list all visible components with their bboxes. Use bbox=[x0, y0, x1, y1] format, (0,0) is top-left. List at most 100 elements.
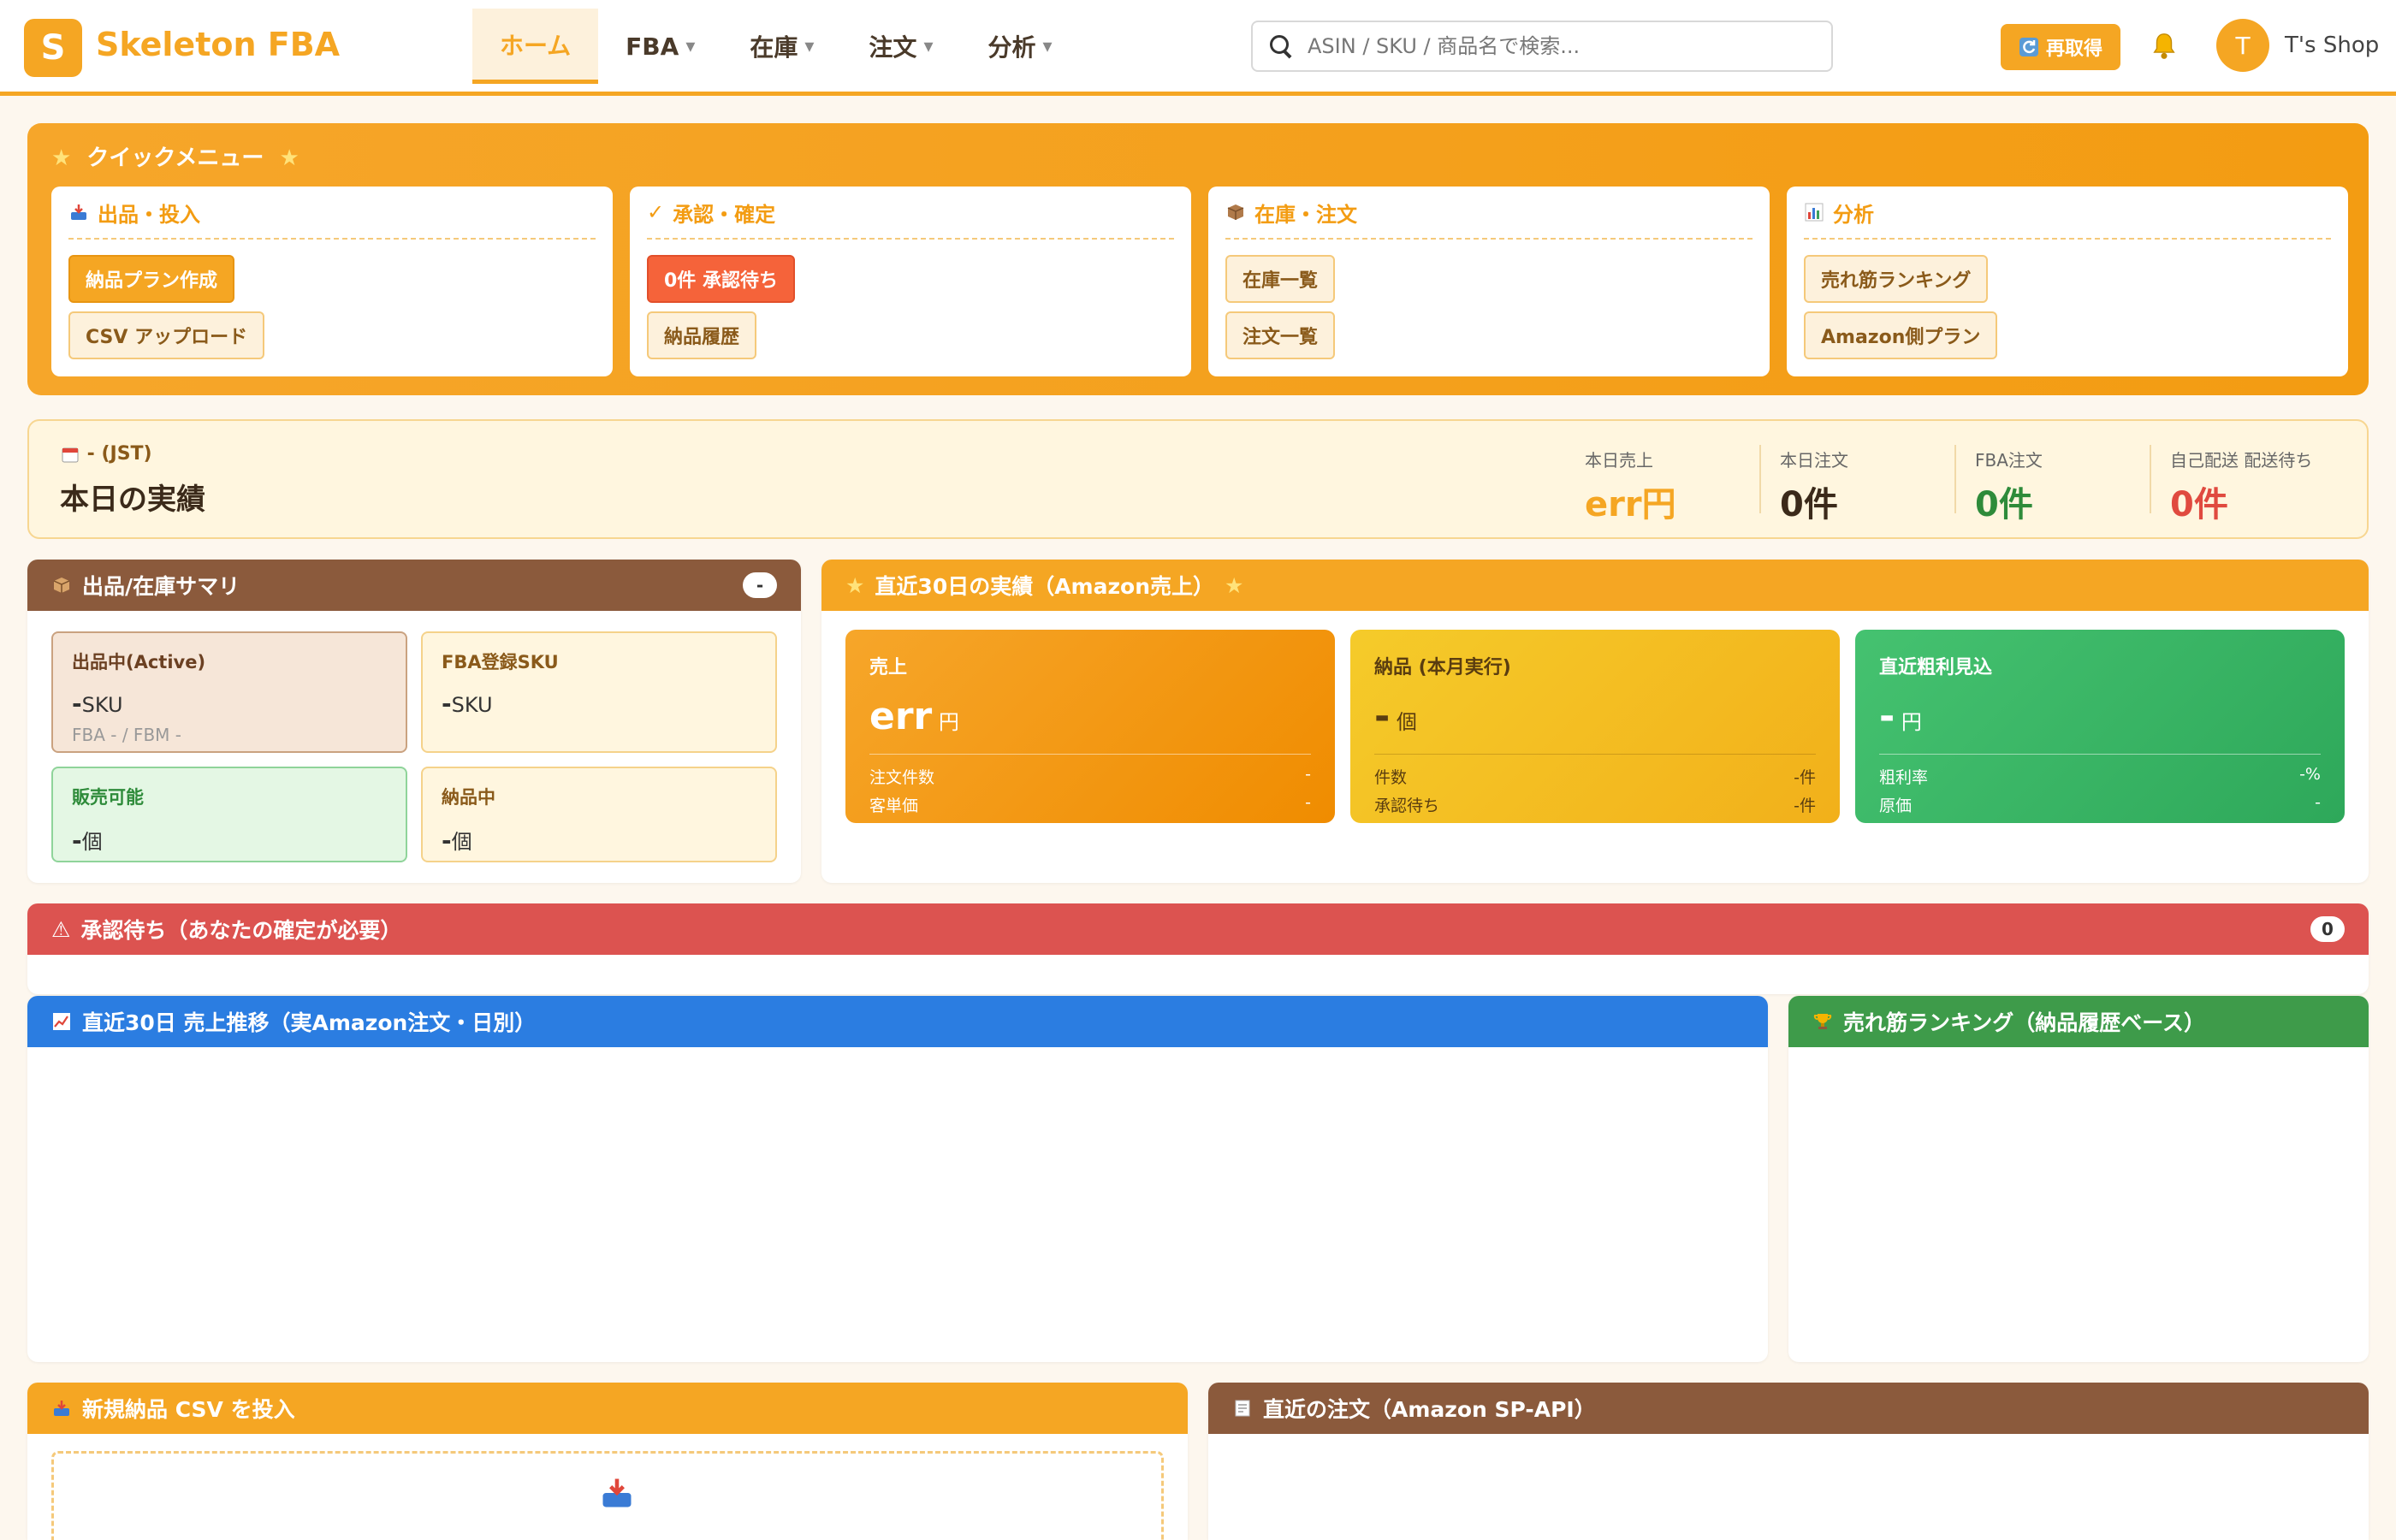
card-sub: FBA - / FBM - bbox=[72, 725, 181, 745]
card-row: 承認待ち -件 bbox=[1374, 793, 1816, 816]
chevron-down-icon: ▾ bbox=[685, 35, 696, 57]
panel-title: 直近30日の実績（Amazon売上） bbox=[875, 574, 1215, 599]
avatar[interactable]: T bbox=[2216, 19, 2269, 72]
pending-approval-button[interactable]: 0件 承認待ち bbox=[647, 255, 795, 303]
bestseller-ranking-button[interactable]: 売れ筋ランキング bbox=[1804, 255, 1989, 303]
card-unit: SKU bbox=[81, 693, 123, 717]
panel-title: 売れ筋ランキング（納品履歴ベース） bbox=[1843, 1010, 2206, 1035]
nav-orders[interactable]: 注文 ▾ bbox=[841, 9, 960, 84]
main-nav: ホーム FBA ▾ 在庫 ▾ 注文 ▾ 分析 ▾ bbox=[472, 9, 1080, 84]
package-icon bbox=[53, 578, 70, 593]
panel-title: 直近30日 売上推移（実Amazon注文・日別） bbox=[82, 1010, 537, 1035]
csv-upload-header: 新規納品 CSV を投入 bbox=[27, 1383, 1188, 1434]
app-name[interactable]: Skeleton FBA bbox=[96, 26, 340, 63]
nav-fba[interactable]: FBA ▾ bbox=[598, 9, 722, 84]
today-performance: - (JST) 本日の実績 本日売上 err円 本日注文 0件 FBA注文 0件… bbox=[27, 419, 2369, 539]
kpi-label: 本日注文 bbox=[1780, 450, 1848, 471]
sales-card[interactable]: 売上 err 円 注文件数 - 客単価 - bbox=[845, 630, 1335, 823]
inventory-list-button[interactable]: 在庫一覧 bbox=[1225, 255, 1336, 303]
bell-icon[interactable] bbox=[2150, 31, 2179, 62]
calendar-icon bbox=[62, 447, 79, 463]
warning-icon: ⚠ bbox=[51, 916, 71, 942]
inbox-tray-icon bbox=[54, 1401, 69, 1416]
card-title: 直近粗利見込 bbox=[1879, 657, 1993, 678]
card-title: 出品中(Active) bbox=[72, 652, 206, 672]
nav-inventory[interactable]: 在庫 ▾ bbox=[722, 9, 841, 84]
card-value: -SKU bbox=[442, 690, 756, 718]
quick-card-title: 分析 bbox=[1833, 202, 1874, 227]
star-icon: ★ bbox=[845, 572, 865, 598]
stock-summary-header: 出品/在庫サマリ - bbox=[27, 560, 801, 611]
row-value: - bbox=[2315, 793, 2321, 812]
sales-trend-header: 直近30日 売上推移（実Amazon注文・日別） bbox=[27, 996, 1768, 1047]
csv-dropzone[interactable] bbox=[51, 1451, 1164, 1540]
kpi-divider bbox=[1954, 445, 1956, 513]
refresh-button[interactable]: 再取得 bbox=[2001, 24, 2120, 70]
quick-card-analytics: 分析 売れ筋ランキング Amazon側プラン bbox=[1787, 187, 2348, 376]
quick-card-approval: ✓ 承認・確定 0件 承認待ち 納品履歴 bbox=[630, 187, 1191, 376]
nav-label: ホーム bbox=[500, 31, 572, 60]
sellable-card[interactable]: 販売可能 -個 bbox=[51, 767, 407, 862]
quick-card-listing: 出品・投入 納品プラン作成 CSV アップロード bbox=[51, 187, 613, 376]
csv-upload-panel: 新規納品 CSV を投入 bbox=[27, 1383, 1188, 1540]
order-list-button[interactable]: 注文一覧 bbox=[1225, 311, 1336, 359]
refresh-label: 再取得 bbox=[2045, 38, 2102, 60]
row-value: -件 bbox=[1794, 797, 1816, 815]
row-label: 承認待ち bbox=[1374, 797, 1440, 815]
card-number: - bbox=[442, 826, 452, 855]
csv-upload-button[interactable]: CSV アップロード bbox=[68, 311, 265, 359]
kpi-divider bbox=[2150, 445, 2151, 513]
shop-name[interactable]: T's Shop bbox=[2285, 33, 2379, 58]
trophy-icon bbox=[1813, 1014, 1832, 1029]
inbound-card[interactable]: 納品中 -個 bbox=[421, 767, 777, 862]
kpi-label: FBA注文 bbox=[1975, 450, 2043, 471]
search-icon bbox=[1268, 33, 1294, 59]
card-unit: SKU bbox=[451, 693, 493, 717]
card-value: -個 bbox=[442, 825, 756, 855]
panel-title: 出品/在庫サマリ bbox=[82, 574, 240, 599]
today-date: - (JST) bbox=[60, 443, 152, 465]
card-number: - bbox=[72, 826, 82, 855]
row-label: 客単価 bbox=[869, 797, 919, 815]
card-number: - bbox=[1374, 695, 1391, 738]
stock-summary-panel: 出品/在庫サマリ - 出品中(Active) -SKU FBA - / FBM … bbox=[27, 560, 801, 883]
quick-card-title: 在庫・注文 bbox=[1254, 202, 1357, 227]
card-title: 納品中 bbox=[442, 787, 495, 808]
quick-card-header: 在庫・注文 bbox=[1225, 187, 1753, 240]
search-input[interactable] bbox=[1308, 34, 1804, 58]
receipt-icon bbox=[1235, 1400, 1250, 1417]
card-row: 注文件数 - bbox=[869, 765, 1311, 788]
app-logo[interactable]: S bbox=[24, 19, 82, 77]
quick-card-header: ✓ 承認・確定 bbox=[647, 187, 1174, 240]
shipment-history-button[interactable]: 納品履歴 bbox=[647, 311, 757, 359]
profit-card[interactable]: 直近粗利見込 - 円 粗利率 -% 原価 - bbox=[1855, 630, 2345, 823]
shipment-card[interactable]: 納品 (本月実行) - 個 件数 -件 承認待ち -件 bbox=[1350, 630, 1840, 823]
amazon-plan-button[interactable]: Amazon側プラン bbox=[1804, 311, 1998, 359]
create-shipment-plan-button[interactable]: 納品プラン作成 bbox=[68, 255, 235, 303]
nav-analytics[interactable]: 分析 ▾ bbox=[960, 9, 1079, 84]
nav-label: 分析 bbox=[987, 33, 1036, 62]
nav-home[interactable]: ホーム bbox=[472, 9, 599, 84]
quick-card-title: 出品・投入 bbox=[98, 202, 200, 227]
card-row: 客単価 - bbox=[869, 793, 1311, 816]
today-title: 本日の実績 bbox=[60, 483, 205, 517]
kpi-value: 0件 bbox=[1780, 485, 1838, 524]
inbox-tray-icon bbox=[602, 1478, 632, 1507]
quick-card-header: 出品・投入 bbox=[68, 187, 596, 240]
kpi-label: 本日売上 bbox=[1585, 450, 1653, 471]
kpi-divider bbox=[1759, 445, 1761, 513]
row-value: -件 bbox=[1794, 768, 1816, 787]
active-listings-card[interactable]: 出品中(Active) -SKU FBA - / FBM - bbox=[51, 631, 407, 753]
kpi-today-sales: 本日売上 err円 bbox=[1585, 447, 1756, 526]
card-row: 粗利率 -% bbox=[1879, 765, 2321, 788]
nav-label: 在庫 bbox=[750, 33, 798, 62]
card-title: FBA登録SKU bbox=[442, 652, 559, 672]
card-value: -SKU bbox=[72, 690, 387, 718]
today-date-text: - (JST) bbox=[86, 443, 152, 465]
ranking-header: 売れ筋ランキング（納品履歴ベース） bbox=[1788, 996, 2369, 1047]
card-value: -個 bbox=[72, 825, 387, 855]
card-value: - 円 bbox=[1879, 695, 2321, 755]
approval-panel: ⚠ 承認待ち（あなたの確定が必要） 0 bbox=[27, 903, 2369, 994]
fba-sku-card[interactable]: FBA登録SKU -SKU bbox=[421, 631, 777, 753]
card-title: 販売可能 bbox=[72, 787, 144, 808]
